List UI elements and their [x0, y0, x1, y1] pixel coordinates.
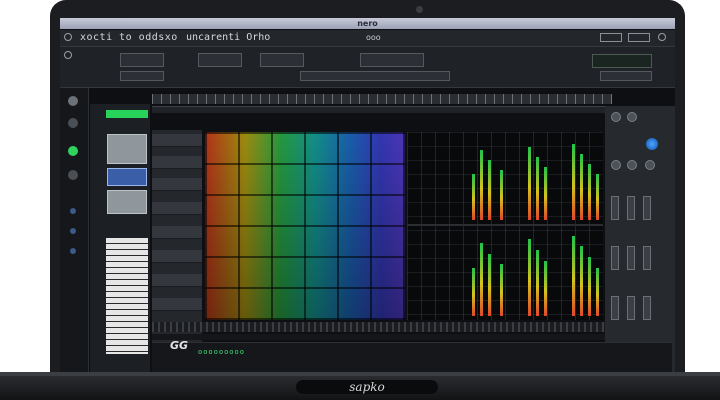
- app-title: xocti to oddsxo: [80, 32, 178, 43]
- fader-icon[interactable]: [627, 246, 635, 270]
- fader-icon[interactable]: [627, 296, 635, 320]
- control-toolbar: [60, 47, 675, 88]
- level-meter: [480, 150, 483, 220]
- level-meter: [588, 163, 591, 220]
- knob-icon[interactable]: [70, 228, 76, 234]
- track-name-row[interactable]: [152, 226, 202, 239]
- level-meter: [580, 153, 583, 220]
- level-meter: [500, 264, 503, 316]
- track-name-row[interactable]: [152, 178, 202, 191]
- toolbar-center-label: ooo: [366, 33, 381, 42]
- status-display: [592, 54, 652, 68]
- screen: nero xocti to oddsxo uncarenti Orho ooo: [60, 18, 675, 372]
- fader-icon[interactable]: [611, 196, 619, 220]
- level-meter: [536, 250, 539, 316]
- window-titlebar: nero: [60, 18, 675, 29]
- camera-icon: [416, 6, 423, 13]
- knob-icon[interactable]: [70, 248, 76, 254]
- level-meter: [500, 170, 503, 220]
- timeline-ruler[interactable]: [152, 94, 612, 104]
- track-name-row[interactable]: [152, 202, 202, 215]
- knob-icon[interactable]: [68, 118, 78, 128]
- left-tool-panel: [60, 88, 89, 372]
- level-meter: [596, 173, 599, 220]
- tempo-display[interactable]: [120, 53, 164, 67]
- level-meter: [488, 253, 491, 316]
- fader-icon[interactable]: [643, 196, 651, 220]
- right-channel-strip: [605, 106, 675, 372]
- fader-icon[interactable]: [627, 196, 635, 220]
- track-clip[interactable]: [107, 168, 147, 186]
- track-name-row[interactable]: [152, 156, 202, 169]
- cursor-label: GG: [170, 339, 189, 352]
- fader-icon[interactable]: [611, 296, 619, 320]
- toolbar-button[interactable]: [600, 33, 622, 42]
- level-meter: [472, 267, 475, 316]
- knob-icon[interactable]: [68, 146, 78, 156]
- project-title: uncarenti Orho: [186, 32, 271, 43]
- mixer-divider: [407, 224, 603, 226]
- level-meter: [528, 146, 531, 220]
- transport-bar: [152, 342, 672, 372]
- knob-icon[interactable]: [68, 96, 78, 106]
- knob-icon[interactable]: [68, 170, 78, 180]
- piano-keys[interactable]: [106, 238, 148, 354]
- knob-icon[interactable]: [645, 160, 655, 170]
- level-meter: [580, 246, 583, 316]
- meter-display: [600, 71, 652, 81]
- fader-icon[interactable]: [643, 296, 651, 320]
- knob-icon[interactable]: [646, 138, 658, 150]
- level-meter: [588, 257, 591, 316]
- track-clip[interactable]: [107, 190, 147, 214]
- level-meter: [596, 267, 599, 316]
- position-display[interactable]: [360, 53, 424, 67]
- fader-icon[interactable]: [611, 246, 619, 270]
- level-meter: [536, 157, 539, 220]
- level-meter: [544, 260, 547, 316]
- level-meter: [572, 235, 575, 316]
- grid-shade: [205, 132, 405, 320]
- timeline-sub-ruler[interactable]: [152, 106, 612, 113]
- level-meter: [572, 143, 575, 220]
- time-display[interactable]: [198, 53, 242, 67]
- level-meter: [528, 239, 531, 316]
- knob-icon[interactable]: [70, 208, 76, 214]
- track-name-row[interactable]: [152, 274, 202, 287]
- level-meter: [480, 242, 483, 316]
- fader-icon[interactable]: [643, 246, 651, 270]
- track-clip[interactable]: [107, 134, 147, 164]
- knob-icon[interactable]: [611, 112, 621, 122]
- sub-display[interactable]: [120, 71, 164, 81]
- knob-icon[interactable]: [627, 160, 637, 170]
- selected-track[interactable]: [106, 110, 148, 118]
- track-name-row[interactable]: [152, 298, 202, 311]
- knob-icon[interactable]: [611, 160, 621, 170]
- brand-logo: sapko: [349, 380, 385, 394]
- level-meter: [488, 160, 491, 220]
- close-icon[interactable]: [64, 33, 72, 41]
- timeline-strip[interactable]: [300, 71, 450, 81]
- level-meter: [472, 173, 475, 220]
- minimize-icon[interactable]: [64, 51, 72, 59]
- automation-strip[interactable]: [152, 322, 605, 332]
- level-meter: [544, 167, 547, 220]
- toolbar-button[interactable]: [628, 33, 650, 42]
- track-name-row[interactable]: [152, 134, 202, 147]
- top-toolbar: xocti to oddsxo uncarenti Orho ooo: [60, 30, 675, 47]
- window-title: nero: [357, 19, 378, 28]
- mode-display[interactable]: [260, 53, 304, 67]
- track-name-row[interactable]: [152, 250, 202, 263]
- zoom-icon[interactable]: [658, 33, 666, 41]
- knob-icon[interactable]: [627, 112, 637, 122]
- scroll-strip[interactable]: [152, 334, 605, 340]
- transport-readout: ooooooooo: [198, 348, 245, 356]
